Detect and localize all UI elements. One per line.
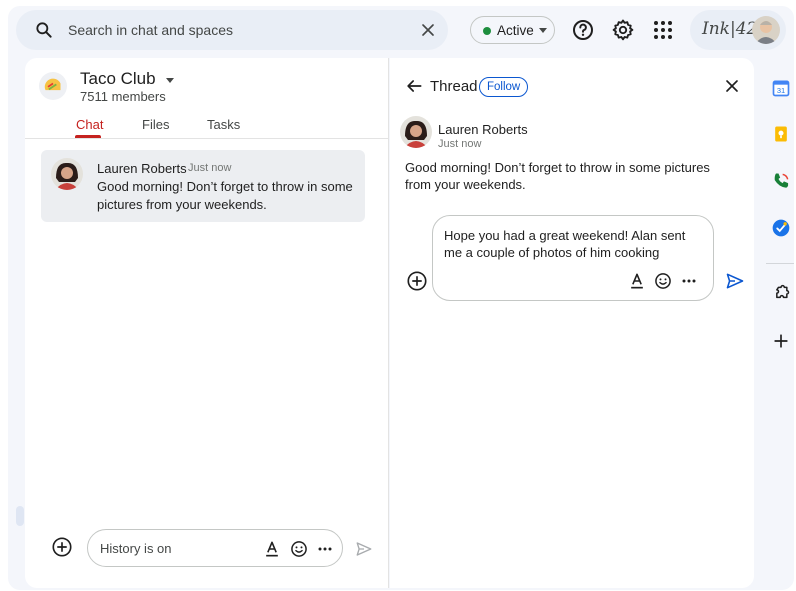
- calendar-icon[interactable]: 31: [771, 78, 791, 98]
- more-options-icon[interactable]: [315, 539, 335, 559]
- avatar[interactable]: [752, 16, 780, 44]
- help-icon[interactable]: [571, 18, 595, 42]
- chevron-down-icon[interactable]: [166, 78, 174, 83]
- account-area[interactable]: Ink|42: [690, 10, 786, 50]
- app-window: Search in chat and spaces Active Ink|42 …: [8, 6, 794, 590]
- divider: [25, 138, 389, 139]
- search-icon[interactable]: [34, 20, 54, 40]
- message-input[interactable]: History is on: [87, 529, 343, 567]
- thread-panel: Thread Follow Lauren Roberts Just now Go…: [390, 58, 754, 588]
- more-options-icon[interactable]: [679, 271, 699, 291]
- thread-message-text: Good morning! Don’t forget to throw in s…: [405, 160, 710, 192]
- avatar[interactable]: [400, 116, 432, 148]
- space-panel: Taco Club 7511 members Chat Files Tasks …: [25, 58, 389, 588]
- add-icon[interactable]: [771, 331, 791, 351]
- chevron-down-icon: [539, 28, 547, 33]
- format-text-icon[interactable]: [262, 539, 282, 559]
- reply-input[interactable]: Hope you had a great weekend! Alan sent …: [432, 215, 714, 301]
- message-timestamp: Just now: [188, 162, 232, 174]
- message-item[interactable]: Lauren Roberts Just now Good morning! Do…: [41, 150, 365, 222]
- reply-input-text: Hope you had a great weekend! Alan sent …: [444, 228, 686, 260]
- search-input[interactable]: Search in chat and spaces: [68, 22, 233, 38]
- close-icon[interactable]: [722, 76, 742, 96]
- edge-handle: [16, 506, 24, 526]
- status-button[interactable]: Active: [470, 16, 555, 44]
- taco-icon: [39, 72, 67, 100]
- brand-logo: Ink|42: [702, 19, 758, 39]
- gear-icon[interactable]: [611, 18, 635, 42]
- back-arrow-icon[interactable]: [404, 76, 424, 96]
- emoji-icon[interactable]: [289, 539, 309, 559]
- svg-text:31: 31: [777, 86, 785, 95]
- send-icon[interactable]: [355, 540, 373, 558]
- tab-tasks[interactable]: Tasks: [207, 117, 240, 132]
- keep-icon[interactable]: [771, 124, 791, 144]
- space-title[interactable]: Taco Club: [80, 69, 156, 89]
- rail-divider: [766, 263, 794, 264]
- format-text-icon[interactable]: [627, 271, 647, 291]
- status-dot: [483, 27, 491, 35]
- addon-icon[interactable]: [771, 284, 791, 304]
- message-author: Lauren Roberts: [97, 161, 187, 176]
- member-count: 7511 members: [80, 89, 166, 104]
- thread-message-timestamp: Just now: [438, 138, 482, 150]
- phone-icon[interactable]: [771, 171, 791, 191]
- message-input-placeholder: History is on: [100, 541, 172, 556]
- thread-title: Thread: [430, 78, 478, 95]
- avatar[interactable]: [51, 158, 83, 190]
- status-label: Active: [497, 23, 534, 38]
- send-icon[interactable]: [725, 271, 745, 291]
- add-circle-icon[interactable]: [406, 270, 428, 292]
- follow-button[interactable]: Follow: [479, 77, 529, 97]
- search-bar[interactable]: Search in chat and spaces: [16, 10, 448, 50]
- message-text: Good morning! Don’t forget to throw in s…: [97, 179, 353, 212]
- apps-grid-icon[interactable]: [651, 18, 675, 42]
- tab-files[interactable]: Files: [142, 117, 169, 132]
- add-circle-icon[interactable]: [51, 536, 73, 558]
- thread-message-author: Lauren Roberts: [438, 122, 528, 137]
- tasks-icon[interactable]: [771, 218, 791, 238]
- close-icon[interactable]: [418, 20, 438, 40]
- emoji-icon[interactable]: [653, 271, 673, 291]
- tab-chat[interactable]: Chat: [76, 117, 103, 132]
